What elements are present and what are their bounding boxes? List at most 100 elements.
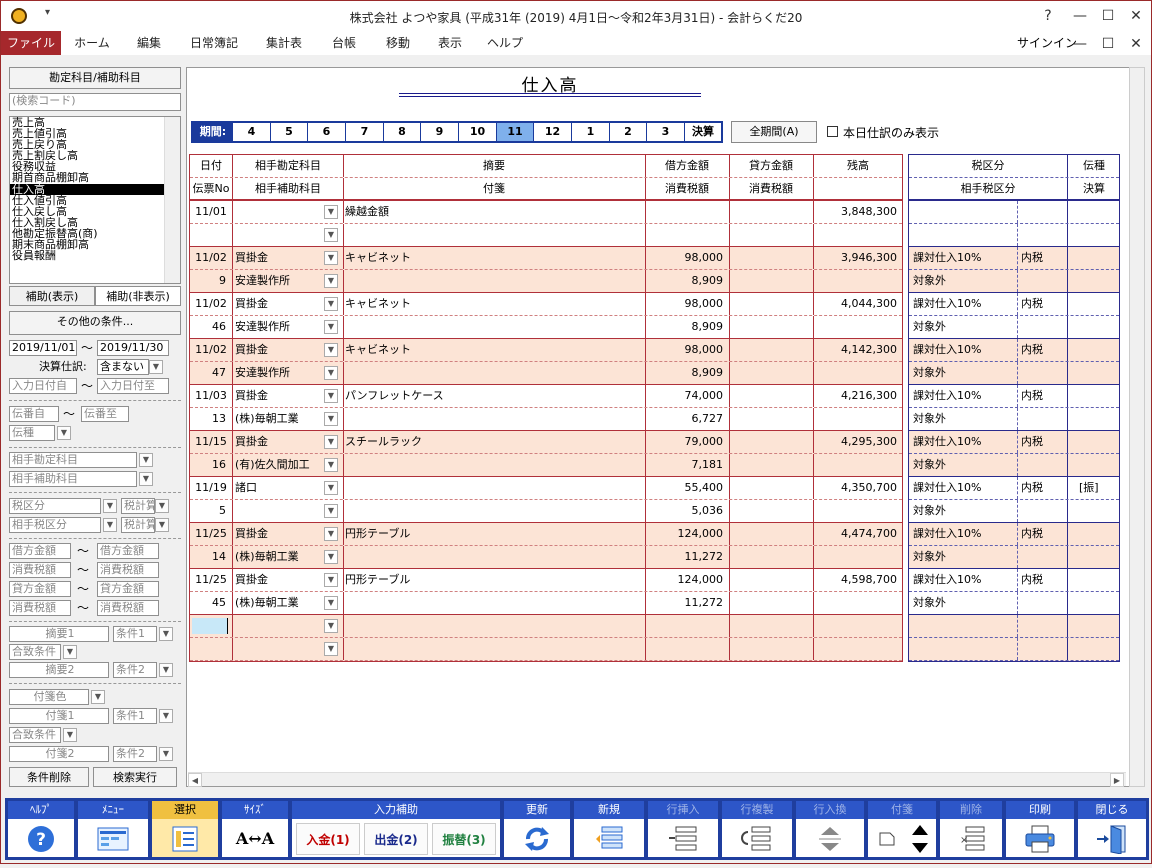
input-date-from[interactable]: 入力日付自 xyxy=(9,378,77,394)
date-from-input[interactable]: 2019/11/01 xyxy=(9,340,77,356)
debit-cell[interactable]: 74,000 xyxy=(647,385,727,407)
counter-tax-calc-select[interactable]: 税計算 xyxy=(121,517,155,533)
credit-tax-to-input[interactable]: 消費税額 xyxy=(97,600,159,616)
debit-cell[interactable]: 124,000 xyxy=(647,523,727,545)
chevron-down-icon[interactable]: ▼ xyxy=(155,518,169,532)
tax-class-cell[interactable]: 課対仕入10% xyxy=(913,339,1015,361)
debit-tax-cell[interactable]: 8,909 xyxy=(647,362,727,384)
debit-cell[interactable]: 98,000 xyxy=(647,247,727,269)
help-button[interactable]: ﾍﾙﾌﾟ ? xyxy=(7,800,75,858)
chevron-down-icon[interactable]: ▼ xyxy=(159,627,173,641)
menu-help[interactable]: ヘルプ xyxy=(477,31,533,55)
counter-account-select[interactable]: 相手勘定科目 xyxy=(9,452,137,468)
voucher-no-cell[interactable]: 47 xyxy=(192,362,230,384)
debit-tax-cell[interactable]: 8,909 xyxy=(647,316,727,338)
date-cell[interactable]: 11/03 xyxy=(192,385,230,407)
voucher-type-cell[interactable] xyxy=(1079,293,1119,315)
select-button[interactable]: 選択 xyxy=(151,800,219,858)
counter-tax-cell[interactable]: 対象外 xyxy=(913,500,1015,522)
counter-tax-cell[interactable]: 対象外 xyxy=(913,362,1015,384)
chevron-down-icon[interactable]: ▼ xyxy=(324,642,338,656)
memo-cond2-select[interactable]: 条件2 xyxy=(113,662,157,678)
debit-cell[interactable]: 79,000 xyxy=(647,431,727,453)
voucher-type-cell[interactable] xyxy=(1079,247,1119,269)
counter-tax-cell[interactable]: 対象外 xyxy=(913,316,1015,338)
chevron-down-icon[interactable]: ▼ xyxy=(324,297,338,311)
menu-button[interactable]: ﾒﾆｭｰ xyxy=(77,800,149,858)
menu-move[interactable]: 移動 xyxy=(373,31,423,55)
new-button[interactable]: 新規 xyxy=(573,800,645,858)
debit-cell[interactable]: 98,000 xyxy=(647,293,727,315)
table-row[interactable]: 9 安達製作所 ▼ 8,909 xyxy=(190,270,902,293)
table-row[interactable]: 5 ▼ 5,036 xyxy=(190,500,902,523)
voucher-no-cell[interactable]: 13 xyxy=(192,408,230,430)
table-row[interactable]: 46 安達製作所 ▼ 8,909 xyxy=(190,316,902,339)
list-item[interactable]: 期首商品棚卸高 xyxy=(10,172,164,183)
list-item[interactable]: 売上戻り高 xyxy=(10,139,164,150)
update-button[interactable]: 更新 xyxy=(503,800,571,858)
voucher-type-cell[interactable] xyxy=(1079,569,1119,591)
voucher-no-cell[interactable]: 45 xyxy=(192,592,230,614)
chevron-down-icon[interactable]: ▼ xyxy=(324,412,338,426)
counter-tax-cell[interactable]: 対象外 xyxy=(913,270,1015,292)
memo-cell[interactable] xyxy=(345,477,643,499)
voucher-no-cell[interactable]: 5 xyxy=(192,500,230,522)
date-cell[interactable]: 11/02 xyxy=(192,339,230,361)
chevron-down-icon[interactable]: ▼ xyxy=(103,499,117,513)
tag-cond1-select[interactable]: 条件1 xyxy=(113,708,157,724)
voucher-type-cell[interactable] xyxy=(1079,339,1119,361)
balance-cell[interactable]: 4,598,700 xyxy=(815,569,901,591)
debit-tax-cell[interactable]: 7,181 xyxy=(647,454,727,476)
tag2-input[interactable]: 付箋2 xyxy=(9,746,109,762)
menu-view[interactable]: 表示 xyxy=(425,31,475,55)
tax-class-select[interactable]: 税区分 xyxy=(9,498,101,514)
tag-color-select[interactable]: 付箋色 xyxy=(9,689,89,705)
menu-ledger[interactable]: 台帳 xyxy=(317,31,371,55)
list-item[interactable]: 仕入値引高 xyxy=(10,195,164,206)
tax-incl-cell[interactable]: 内税 xyxy=(1021,247,1065,269)
chevron-down-icon[interactable]: ▼ xyxy=(159,709,173,723)
list-item[interactable]: 売上値引高 xyxy=(10,128,164,139)
menu-daily-bookkeeping[interactable]: 日常簿記 xyxy=(177,31,251,55)
table-row[interactable]: 11/25 買掛金 ▼ 円形テーブル 124,000 4,598,700 xyxy=(190,569,902,592)
print-button[interactable]: 印刷 xyxy=(1005,800,1075,858)
debit-tax-to-input[interactable]: 消費税額 xyxy=(97,562,159,578)
debit-tax-cell[interactable]: 11,272 xyxy=(647,592,727,614)
chevron-down-icon[interactable]: ▼ xyxy=(324,573,338,587)
memo-cell[interactable]: キャビネット xyxy=(345,339,643,361)
tag-match-select[interactable]: 合致条件 xyxy=(9,727,61,743)
date-cell[interactable]: 11/25 xyxy=(192,523,230,545)
table-row[interactable]: 11/25 買掛金 ▼ 円形テーブル 124,000 4,474,700 xyxy=(190,523,902,546)
today-only-checkbox[interactable] xyxy=(827,126,838,137)
period-tab-closing[interactable]: 決算 xyxy=(685,123,721,141)
deposit-button[interactable]: 入金(1) xyxy=(296,823,360,855)
memo-cell[interactable]: 円形テーブル xyxy=(345,569,643,591)
debit-tax-from-input[interactable]: 消費税額 xyxy=(9,562,71,578)
tax-incl-cell[interactable]: 内税 xyxy=(1021,523,1065,545)
tax-class-cell[interactable]: 課対仕入10% xyxy=(913,477,1015,499)
debit-tax-cell[interactable]: 11,272 xyxy=(647,546,727,568)
clear-conditions-button[interactable]: 条件削除 xyxy=(9,767,89,787)
debit-tax-cell[interactable]: 6,727 xyxy=(647,408,727,430)
table-row[interactable]: 11/15 買掛金 ▼ スチールラック 79,000 4,295,300 xyxy=(190,431,902,454)
menu-file[interactable]: ファイル xyxy=(1,31,61,55)
tag1-input[interactable]: 付箋1 xyxy=(9,708,109,724)
row-swap-button[interactable]: 行入換 xyxy=(795,800,865,858)
list-item[interactable]: 仕入戻し高 xyxy=(10,206,164,217)
chevron-down-icon[interactable]: ▼ xyxy=(324,596,338,610)
period-tab[interactable]: 10 xyxy=(459,123,497,141)
balance-cell[interactable]: 4,295,300 xyxy=(815,431,901,453)
memo-cell[interactable]: 繰越金額 xyxy=(345,201,643,223)
tax-incl-cell[interactable]: 内税 xyxy=(1021,431,1065,453)
menu-summary[interactable]: 集計表 xyxy=(253,31,315,55)
credit-to-input[interactable]: 貸方金額 xyxy=(97,581,159,597)
counter-tax-cell[interactable]: 対象外 xyxy=(913,408,1015,430)
period-tab[interactable]: 12 xyxy=(534,123,572,141)
chevron-down-icon[interactable]: ▼ xyxy=(324,251,338,265)
chevron-down-icon[interactable]: ▼ xyxy=(91,690,105,704)
list-item[interactable]: 役員報酬 xyxy=(10,250,164,261)
scroll-right-icon[interactable]: ▶ xyxy=(1110,773,1124,787)
chevron-down-icon[interactable]: ▼ xyxy=(324,343,338,357)
table-row[interactable]: 11/19 諸口 ▼ 55,400 4,350,700 xyxy=(190,477,902,500)
voucher-type-cell[interactable] xyxy=(1079,385,1119,407)
